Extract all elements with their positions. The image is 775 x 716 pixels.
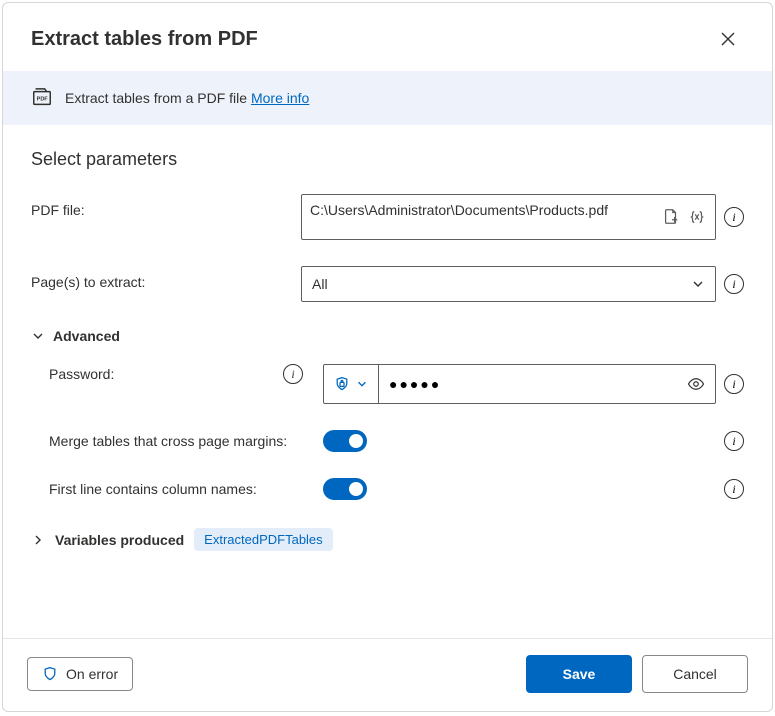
password-info[interactable]: i (724, 374, 744, 394)
close-button[interactable] (712, 23, 744, 55)
file-picker-button[interactable] (661, 207, 681, 227)
field-merge-tables: Merge tables that cross page margins: i (49, 430, 744, 452)
merge-label: Merge tables that cross page margins: (49, 433, 311, 449)
chevron-right-icon (31, 533, 45, 547)
first-line-info[interactable]: i (724, 479, 744, 499)
info-banner: PDF Extract tables from a PDF file More … (3, 71, 772, 125)
first-line-label: First line contains column names: (49, 481, 311, 497)
eye-icon (687, 375, 705, 393)
pages-value: All (312, 276, 328, 292)
password-label-info[interactable]: i (283, 364, 303, 384)
variable-icon (688, 208, 706, 226)
merge-toggle[interactable] (323, 430, 367, 452)
dialog-header: Extract tables from PDF (3, 3, 772, 71)
field-password: Password: i ●●●●● i (49, 364, 744, 404)
pdf-icon: PDF (31, 87, 53, 109)
save-button[interactable]: Save (526, 655, 632, 693)
dialog-footer: On error Save Cancel (3, 638, 772, 711)
on-error-button[interactable]: On error (27, 657, 133, 691)
pdf-file-input[interactable]: C:\Users\Administrator\Documents\Product… (301, 194, 716, 240)
merge-info[interactable]: i (724, 431, 744, 451)
advanced-section: Password: i ●●●●● i (31, 364, 744, 500)
section-title: Select parameters (31, 149, 744, 170)
chevron-down-icon (356, 378, 368, 390)
field-pages: Page(s) to extract: All i (31, 266, 744, 302)
variables-label: Variables produced (55, 532, 184, 548)
banner-text: Extract tables from a PDF file More info (65, 90, 309, 106)
variable-chip[interactable]: ExtractedPDFTables (194, 528, 333, 551)
advanced-expander[interactable]: Advanced (31, 328, 744, 344)
password-input[interactable]: ●●●●● (323, 364, 716, 404)
field-first-line: First line contains column names: i (49, 478, 744, 500)
pages-select[interactable]: All (301, 266, 716, 302)
reveal-password-button[interactable] (677, 365, 715, 403)
more-info-link[interactable]: More info (251, 90, 309, 106)
pdf-file-label: PDF file: (31, 194, 289, 218)
file-select-icon (662, 208, 680, 226)
field-pdf-file: PDF file: C:\Users\Administrator\Documen… (31, 194, 744, 240)
variables-expander[interactable]: Variables produced ExtractedPDFTables (31, 528, 744, 551)
on-error-label: On error (66, 666, 118, 682)
pdf-file-value: C:\Users\Administrator\Documents\Product… (302, 195, 653, 239)
chevron-down-icon (31, 329, 45, 343)
cancel-button[interactable]: Cancel (642, 655, 748, 693)
advanced-label: Advanced (53, 328, 120, 344)
password-value: ●●●●● (379, 365, 677, 403)
first-line-toggle[interactable] (323, 478, 367, 500)
pdf-file-info[interactable]: i (724, 207, 744, 227)
pages-label: Page(s) to extract: (31, 266, 289, 290)
dialog-body: Select parameters PDF file: C:\Users\Adm… (3, 125, 772, 638)
password-label: Password: (49, 366, 114, 382)
password-mode-dropdown[interactable] (324, 365, 379, 403)
dialog-extract-tables: Extract tables from PDF PDF Extract tabl… (2, 2, 773, 712)
pages-info[interactable]: i (724, 274, 744, 294)
chevron-down-icon (691, 277, 705, 291)
dialog-title: Extract tables from PDF (31, 28, 258, 51)
variable-picker-button[interactable] (687, 207, 707, 227)
shield-icon (42, 666, 58, 682)
close-icon (721, 32, 735, 46)
shield-lock-icon (334, 376, 350, 392)
svg-text:PDF: PDF (37, 96, 49, 102)
